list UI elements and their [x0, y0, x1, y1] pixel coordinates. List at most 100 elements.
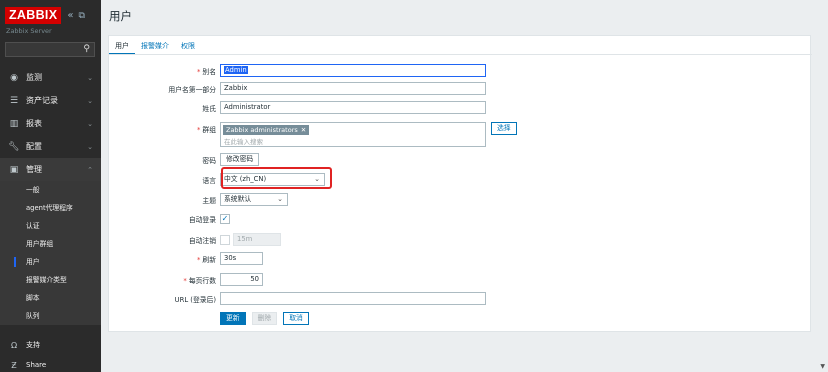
- wrench-icon: 🔧︎: [8, 141, 20, 152]
- scroll-down-arrow[interactable]: ▼: [820, 363, 825, 370]
- remove-tag-icon[interactable]: ✕: [301, 126, 306, 134]
- sub-item-authentication[interactable]: 认证: [0, 217, 101, 235]
- nav-label: Share: [26, 361, 47, 369]
- language-label: 语言: [202, 176, 216, 185]
- name-label: 用户名第一部分: [168, 85, 216, 94]
- required-marker: *: [197, 126, 201, 134]
- chevron-down-icon: ⌄: [87, 142, 93, 151]
- zabbix-logo[interactable]: ZABBIX: [5, 7, 62, 24]
- required-marker: *: [197, 255, 201, 264]
- gear-icon: ▣: [9, 164, 19, 175]
- chevron-down-icon: ⌄: [87, 96, 93, 105]
- user-form-panel: 用户 报警媒介 权限 * 别名 Admin 用户名第一部分 Zabbix 姓氏 A…: [108, 35, 812, 332]
- autologin-label: 自动登录: [188, 216, 216, 224]
- server-name: Zabbix Server: [6, 27, 52, 35]
- refresh-input[interactable]: 30s: [220, 252, 263, 265]
- sidebar-search-input[interactable]: ⚲: [5, 42, 95, 57]
- surname-row: 姓氏 Administrator: [109, 101, 809, 114]
- alias-input[interactable]: Admin: [220, 64, 486, 77]
- alias-row: * 别名 Admin: [109, 64, 809, 77]
- groups-multiselect[interactable]: Zabbix administrators ✕ 在此输入搜索: [220, 122, 486, 147]
- theme-select[interactable]: 系统默认 ⌄: [220, 193, 288, 206]
- sub-item-queue[interactable]: 队列: [0, 307, 101, 325]
- theme-label: 主题: [202, 196, 216, 205]
- autologout-row: 自动注销 15m: [109, 233, 809, 246]
- alias-label-text: 别名: [202, 67, 216, 76]
- admin-submenu: 一般 agent代理程序 认证 用户群组 用户 报警媒介类型 脚本 队列: [0, 181, 101, 325]
- sub-item-users[interactable]: 用户: [0, 253, 101, 271]
- nav-label: 配置: [26, 142, 42, 151]
- nav-item-configuration[interactable]: 🔧︎ 配置 ⌄: [0, 135, 101, 158]
- collapse-sidebar-icon[interactable]: «: [67, 10, 73, 21]
- sub-item-general[interactable]: 一般: [0, 181, 101, 199]
- alias-value: Admin: [224, 66, 248, 74]
- groups-label-text: 群组: [202, 126, 216, 134]
- language-highlight-box: [221, 167, 332, 189]
- password-row: 密码 修改密码: [109, 153, 809, 166]
- groups-search-placeholder[interactable]: 在此输入搜索: [224, 136, 263, 146]
- tab-media[interactable]: 报警媒介: [135, 36, 175, 55]
- language-row: 语言 中文 (zh_CN) ⌄: [109, 173, 809, 186]
- support-icon: Ω: [10, 340, 18, 350]
- sub-item-scripts[interactable]: 脚本: [0, 289, 101, 307]
- nav-item-reports[interactable]: ▥ 报表 ⌄: [0, 112, 101, 135]
- url-label: URL (登录后): [174, 295, 216, 304]
- chart-icon: ▥: [9, 118, 19, 129]
- url-input[interactable]: [220, 292, 486, 305]
- nav-label: 报表: [26, 119, 42, 128]
- nav-item-monitoring[interactable]: ◉ 监测 ⌄: [0, 66, 101, 89]
- bottom-nav: Ω 支持 Ƶ Share: [0, 335, 101, 372]
- rows-per-page-label: * 每页行数: [109, 275, 220, 285]
- chevron-down-icon: ⌄: [277, 195, 283, 203]
- update-button[interactable]: 更新: [220, 312, 246, 325]
- nav-item-share[interactable]: Ƶ Share: [0, 355, 101, 372]
- form-buttons-row: 更新 删除 取消: [109, 312, 809, 325]
- groups-label: * 群组: [109, 122, 220, 134]
- autologout-label: 自动注销: [188, 236, 216, 245]
- refresh-row: * 刷新 30s: [109, 252, 809, 265]
- group-tag[interactable]: Zabbix administrators ✕: [223, 125, 310, 135]
- nav-item-support[interactable]: Ω 支持: [0, 335, 101, 355]
- nav-item-inventory[interactable]: ☰ 资产记录 ⌄: [0, 89, 101, 112]
- group-tag-label: Zabbix administrators: [226, 126, 298, 134]
- name-input[interactable]: Zabbix: [220, 82, 486, 95]
- delete-button: 删除: [251, 312, 278, 325]
- url-row: URL (登录后): [109, 292, 809, 305]
- rows-per-page-input[interactable]: 50: [220, 273, 263, 286]
- autologin-checkbox[interactable]: ✓: [220, 214, 230, 224]
- select-groups-button[interactable]: 选择: [491, 122, 517, 135]
- change-password-button[interactable]: 修改密码: [220, 153, 260, 166]
- search-icon[interactable]: ⚲: [83, 44, 90, 54]
- logo-row: ZABBIX « ⧉: [5, 7, 85, 24]
- tab-permissions[interactable]: 权限: [175, 36, 201, 55]
- alias-label: * 别名: [109, 66, 220, 76]
- tab-divider: [109, 54, 812, 55]
- required-marker: *: [197, 67, 201, 76]
- surname-input[interactable]: Administrator: [220, 101, 486, 114]
- theme-value: 系统默认: [224, 195, 252, 203]
- groups-row: * 群组 Zabbix administrators ✕ 在此输入搜索 选择: [109, 122, 809, 147]
- sub-item-media-types[interactable]: 报警媒介类型: [0, 271, 101, 289]
- tab-user[interactable]: 用户: [109, 36, 135, 55]
- chevron-up-icon: ⌃: [87, 165, 93, 174]
- page-title: 用户: [109, 9, 132, 23]
- kiosk-mode-icon[interactable]: ⧉: [78, 11, 84, 21]
- autologout-checkbox[interactable]: [220, 234, 230, 245]
- nav-label: 管理: [26, 165, 42, 174]
- nav-label: 资产记录: [26, 96, 58, 105]
- refresh-label: * 刷新: [109, 254, 220, 264]
- rows-per-page-row: * 每页行数 50: [109, 273, 809, 286]
- share-icon: Ƶ: [11, 360, 17, 370]
- chevron-down-icon: ⌄: [87, 73, 93, 82]
- sub-item-user-groups[interactable]: 用户群组: [0, 235, 101, 253]
- password-label: 密码: [202, 156, 216, 165]
- nav-item-administration[interactable]: ▣ 管理 ⌃: [0, 158, 101, 181]
- name-row: 用户名第一部分 Zabbix: [109, 82, 809, 95]
- eye-icon: ◉: [10, 72, 18, 83]
- surname-label: 姓氏: [202, 104, 216, 113]
- cancel-button[interactable]: 取消: [283, 312, 309, 325]
- list-icon: ☰: [9, 95, 19, 106]
- sub-item-proxies[interactable]: agent代理程序: [0, 199, 101, 217]
- nav-label: 监测: [26, 73, 42, 82]
- refresh-label-text: 刷新: [202, 255, 216, 264]
